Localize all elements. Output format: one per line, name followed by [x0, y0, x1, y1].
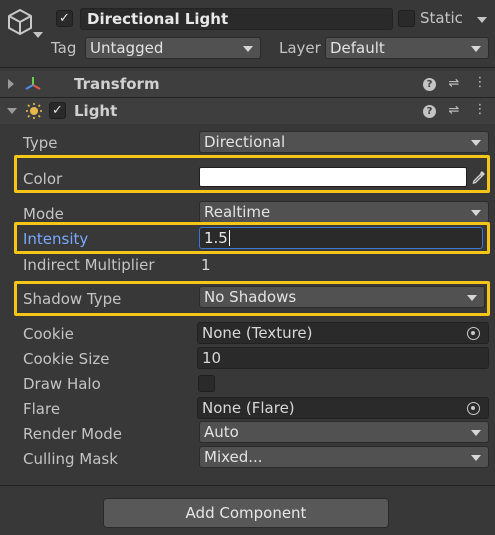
light-header[interactable]: ✓ Light ? ⇌ ⋮ — [0, 98, 495, 124]
static-dropdown-icon[interactable] — [477, 17, 487, 23]
flare-label: Flare — [23, 400, 61, 418]
footer-separator — [0, 485, 495, 486]
layer-label: Layer — [279, 39, 321, 57]
transform-header[interactable]: Transform ? ⇌ ⋮ — [0, 71, 495, 97]
shadow-type-highlight-box — [14, 281, 490, 316]
transform-title: Transform — [74, 75, 160, 93]
preset-sliders-icon[interactable]: ⇌ — [446, 76, 462, 92]
tag-label: Tag — [51, 39, 77, 57]
cookie-value: None (Texture) — [202, 324, 313, 342]
cookie-object-field[interactable]: None (Texture) — [197, 322, 489, 344]
static-label: Static — [420, 9, 463, 27]
flare-value: None (Flare) — [202, 399, 295, 417]
static-checkbox[interactable] — [398, 10, 415, 27]
light-icon — [26, 103, 42, 119]
flare-object-field[interactable]: None (Flare) — [197, 397, 489, 419]
active-toggle[interactable]: ✓ — [56, 10, 73, 27]
foldout-expanded-icon[interactable] — [7, 108, 17, 114]
light-title: Light — [74, 102, 118, 120]
culling-mask-dropdown[interactable]: Mixed... — [199, 446, 489, 468]
render-mode-label: Render Mode — [23, 425, 123, 443]
help-icon[interactable]: ? — [423, 105, 436, 118]
light-enabled-checkbox[interactable]: ✓ — [49, 102, 66, 119]
tag-dropdown[interactable]: Untagged — [85, 37, 261, 59]
draw-halo-checkbox[interactable] — [198, 375, 215, 392]
layer-dropdown[interactable]: Default — [325, 37, 489, 59]
foldout-collapsed-icon[interactable] — [8, 79, 14, 89]
render-mode-dropdown[interactable]: Auto — [199, 421, 489, 443]
type-label: Type — [23, 134, 58, 152]
color-highlight-box — [14, 155, 490, 193]
object-name-field[interactable]: Directional Light — [80, 8, 393, 30]
help-icon[interactable]: ? — [423, 78, 436, 91]
draw-halo-label: Draw Halo — [23, 375, 101, 393]
cookie-label: Cookie — [23, 325, 74, 343]
mode-dropdown[interactable]: Realtime — [199, 201, 489, 223]
header-separator — [0, 67, 495, 68]
culling-mask-label: Culling Mask — [23, 450, 118, 468]
add-component-button[interactable]: Add Component — [103, 498, 389, 528]
object-icon-dropdown-icon[interactable] — [33, 32, 43, 38]
object-picker-icon[interactable] — [467, 327, 480, 340]
intensity-highlight-box — [14, 222, 490, 254]
more-options-icon[interactable]: ⋮ — [472, 75, 488, 91]
more-options-icon[interactable]: ⋮ — [472, 102, 488, 118]
transform-axes-icon — [25, 77, 41, 90]
indirect-multiplier-label: Indirect Multiplier — [23, 256, 155, 274]
cube-icon — [8, 9, 32, 35]
cookie-size-label: Cookie Size — [23, 350, 110, 368]
preset-sliders-icon[interactable]: ⇌ — [446, 103, 462, 119]
cookie-size-input[interactable]: 10 — [197, 347, 489, 369]
object-picker-icon[interactable] — [467, 402, 480, 415]
mode-label: Mode — [23, 205, 64, 223]
type-dropdown[interactable]: Directional — [199, 131, 489, 153]
indirect-multiplier-input[interactable]: 1 — [201, 256, 211, 274]
